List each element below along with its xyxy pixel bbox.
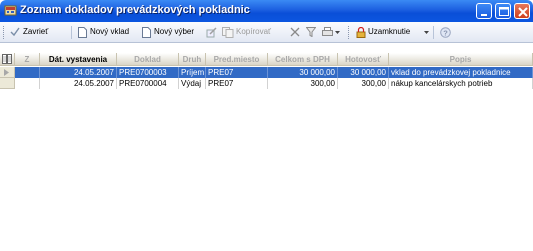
cell-total[interactable]: 30 000,00 [268, 67, 338, 78]
svg-text:?: ? [443, 29, 448, 38]
table-row[interactable]: 24.05.2007 PRE0700004 Výdaj PRE07 300,00… [0, 78, 533, 89]
lock-icon [356, 27, 366, 38]
toolbar-separator [433, 26, 434, 39]
print-button[interactable] [322, 26, 342, 39]
column-header-cash[interactable]: Hotovosť [338, 53, 389, 66]
column-header-doc[interactable]: Doklad [117, 53, 179, 66]
cell-date[interactable]: 24.05.2007 [40, 78, 117, 89]
cell-total[interactable]: 300,00 [268, 78, 338, 89]
chevron-down-icon [335, 31, 340, 34]
minimize-button[interactable] [476, 3, 492, 19]
column-header-kind[interactable]: Druh [179, 53, 206, 66]
toolbar-grip[interactable] [3, 26, 5, 39]
new-withdrawal-button[interactable]: Nový výber [142, 26, 200, 39]
checkmark-icon [10, 27, 20, 37]
edit-icon [206, 27, 217, 38]
help-icon: ? [440, 27, 451, 38]
column-header-date[interactable]: Dát. vystavenia [40, 53, 117, 66]
cell-date[interactable]: 24.05.2007 [40, 67, 117, 78]
close-window-button[interactable] [514, 3, 530, 19]
app-window: Zoznam dokladov prevádzkových pokladnic … [0, 0, 533, 251]
edit-button[interactable] [206, 26, 217, 39]
column-header-z[interactable]: Z [15, 53, 40, 66]
close-button[interactable]: Zavrieť [10, 26, 50, 39]
toolbar-separator [71, 26, 72, 39]
maximize-button[interactable] [495, 3, 511, 19]
filter-button[interactable] [306, 26, 316, 39]
cell-cash[interactable]: 300,00 [338, 78, 389, 89]
row-indicator[interactable] [0, 67, 15, 78]
cell-kind[interactable]: Výdaj [179, 78, 206, 89]
cell-doc[interactable]: PRE0700003 [117, 67, 179, 78]
app-icon [4, 4, 17, 17]
column-header-total[interactable]: Celkom s DPH [268, 53, 338, 66]
cell-kind[interactable]: Príjem [179, 67, 206, 78]
lock-button[interactable]: Uzamknutie [356, 26, 429, 39]
current-row-arrow-icon [4, 69, 9, 76]
cell-doc[interactable]: PRE0700004 [117, 78, 179, 89]
column-header-place[interactable]: Pred.miesto [206, 53, 268, 66]
column-chooser-icon [2, 54, 12, 64]
filter-icon [306, 27, 316, 37]
new-document-icon [78, 27, 87, 38]
cell-desc[interactable]: vklad do prevádzkovej pokladnice [389, 67, 533, 78]
column-header-desc[interactable]: Popis [389, 53, 533, 66]
cell-cash[interactable]: 30 000,00 [338, 67, 389, 78]
cell-desc[interactable]: nákup kancelárskych potrieb [389, 78, 533, 89]
grid-corner[interactable] [0, 53, 15, 66]
cell-place[interactable]: PRE07 [206, 78, 268, 89]
help-button[interactable]: ? [440, 26, 451, 39]
cell-z[interactable] [15, 67, 40, 78]
printer-icon [322, 27, 333, 36]
cell-z[interactable] [15, 78, 40, 89]
new-document-icon [142, 27, 151, 38]
window-title: Zoznam dokladov prevádzkových pokladnic [20, 4, 250, 16]
copy-button[interactable]: Kopírovať [222, 26, 277, 39]
delete-button[interactable] [290, 26, 300, 39]
chevron-down-icon [424, 31, 429, 34]
documents-grid: Z Dát. vystavenia Doklad Druh Pred.miest… [0, 43, 533, 251]
cell-place[interactable]: PRE07 [206, 67, 268, 78]
copy-icon [222, 27, 234, 38]
table-row[interactable]: 24.05.2007 PRE0700003 Príjem PRE07 30 00… [0, 67, 533, 78]
delete-icon [290, 27, 300, 37]
toolbar: Zavrieť Nový vklad Nový výber Kopírovať [0, 22, 533, 43]
toolbar-grip [348, 26, 350, 39]
title-bar[interactable]: Zoznam dokladov prevádzkových pokladnic [0, 0, 533, 22]
row-indicator[interactable] [0, 78, 15, 89]
new-entry-button[interactable]: Nový vklad [78, 26, 138, 39]
